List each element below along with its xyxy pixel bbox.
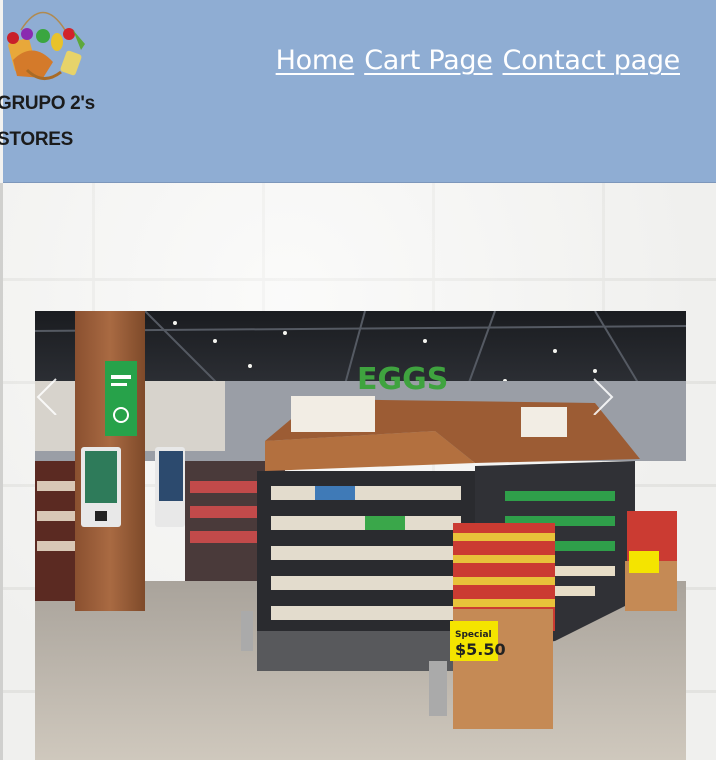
page-left-edge <box>0 183 3 760</box>
price-tag-value: $5.50 <box>455 640 506 659</box>
store-logo[interactable]: GRUPO 2's STORES <box>0 0 95 150</box>
nav-link-cart-page[interactable]: Cart Page <box>364 45 493 76</box>
nav-link-home[interactable]: Home <box>276 45 355 76</box>
nav-link-contact-page[interactable]: Contact page <box>503 45 681 76</box>
grocery-basket-icon <box>7 11 85 80</box>
logo-line-1: GRUPO 2's <box>0 93 95 114</box>
chevron-left-icon <box>36 378 57 416</box>
eggs-sign: EGGS <box>357 362 448 397</box>
main-nav: Home Cart Page Contact page <box>276 45 681 76</box>
site-header: GRUPO 2's STORES Home Cart Page Contact … <box>0 0 716 183</box>
carousel-next-button[interactable] <box>582 375 622 416</box>
logo-title: GRUPO 2's STORES <box>0 86 97 158</box>
logo-line-2: STORES <box>0 129 73 150</box>
chevron-right-icon <box>593 378 614 416</box>
price-tag-label: Special <box>455 630 492 640</box>
carousel-prev-button[interactable] <box>28 375 68 416</box>
